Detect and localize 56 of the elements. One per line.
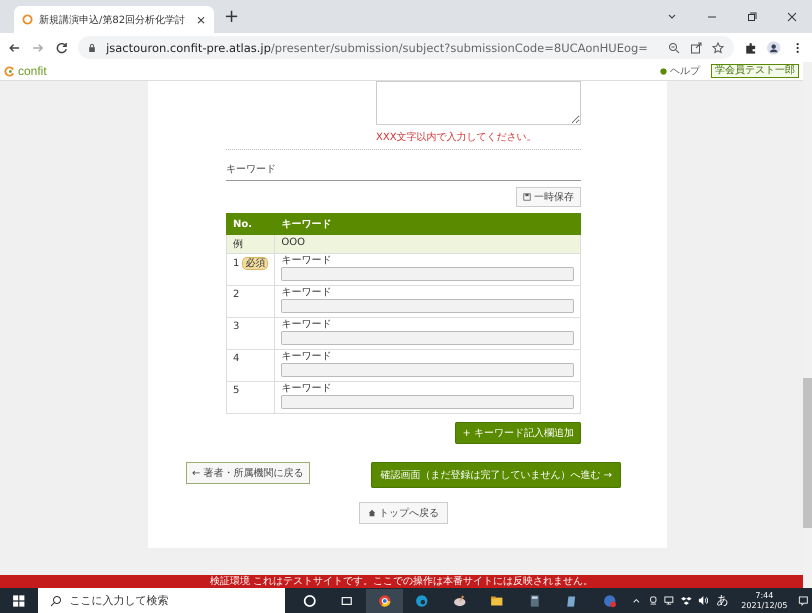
lock-icon [88,42,96,52]
star-icon[interactable] [712,42,724,54]
search-icon [50,594,62,606]
table-cell: OOO [274,234,580,254]
row-number: 2 [233,289,240,300]
close-icon[interactable] [786,10,798,22]
next-button[interactable]: 確認画面（まだ登録は完了していません）へ進む → [371,462,621,488]
puzzle-icon[interactable] [744,40,758,54]
field-label: キーワード [281,319,332,331]
column-header: キーワード [274,214,580,234]
clock-time[interactable]: 7:44 [755,590,774,600]
field-label: キーワード [281,383,332,395]
taskbar-search-field[interactable]: ここに入力して検索 [38,588,285,613]
required-badge: 必須 [242,257,268,270]
test-site-banner: 検証環境 これはテストサイトです。ここでの操作は本番サイトには反映されません。 [0,575,803,588]
row-number: 4 [233,353,240,364]
url-text: jsactouron.confit-pre.atlas.jp/presenter/submission/subject?submissionCode=8UCAonHUEog= [106,40,648,54]
error-message: XXX文字以内で入力してください。 [376,130,537,144]
browser-tab[interactable]: 新規講演申込/第82回分析化学討 × [14,6,214,33]
browser-icon[interactable] [366,588,404,612]
section-title: キーワード [226,162,581,181]
home-icon [368,509,376,517]
row-number: 5 [233,385,240,396]
help-link[interactable]: ヘルプ [670,64,700,78]
help-icon [660,68,667,74]
column-header: No. [226,214,275,234]
add-row-button[interactable]: + キーワード記入欄追加 [455,422,581,444]
tab-title: 新規講演申込/第82回分析化学討 [39,14,186,26]
top-button[interactable]: トップへ戻る [359,502,448,524]
logo-icon [22,14,33,25]
row-number: 3 [233,321,240,332]
restore-icon[interactable] [746,10,758,22]
field-label: キーワード [281,287,332,299]
reload-icon[interactable] [54,40,68,54]
input-field[interactable] [281,267,574,281]
close-tab-button[interactable]: × [196,12,206,26]
back-button[interactable]: ← 著者・所属機関に戻る [186,462,310,484]
table-cell: 例 [226,234,275,254]
ime-indicator[interactable]: あ [711,592,734,609]
user-menu-button[interactable]: 学会員テスト一郎 [711,64,799,78]
save-icon [523,193,531,201]
zoom-icon[interactable] [668,42,680,54]
share-icon[interactable] [690,42,702,54]
new-tab-button[interactable]: + [224,6,240,27]
save-button[interactable]: 一時保存 [516,187,581,207]
address-bar[interactable]: jsactouron.confit-pre.atlas.jp/presenter/submission/subject?submissionCode=8UCAonHUEog= [78,36,734,59]
field-label: キーワード [281,351,332,363]
input-field[interactable] [281,395,574,409]
logo-icon [4,66,15,76]
field-label: キーワード [281,255,332,267]
input-field[interactable] [281,299,574,313]
clock-date[interactable]: 2021/12/05 [741,600,788,610]
row-number: 1 [233,258,240,269]
input-field[interactable] [281,363,574,377]
input-field[interactable] [281,331,574,345]
profile-icon[interactable] [767,40,781,54]
